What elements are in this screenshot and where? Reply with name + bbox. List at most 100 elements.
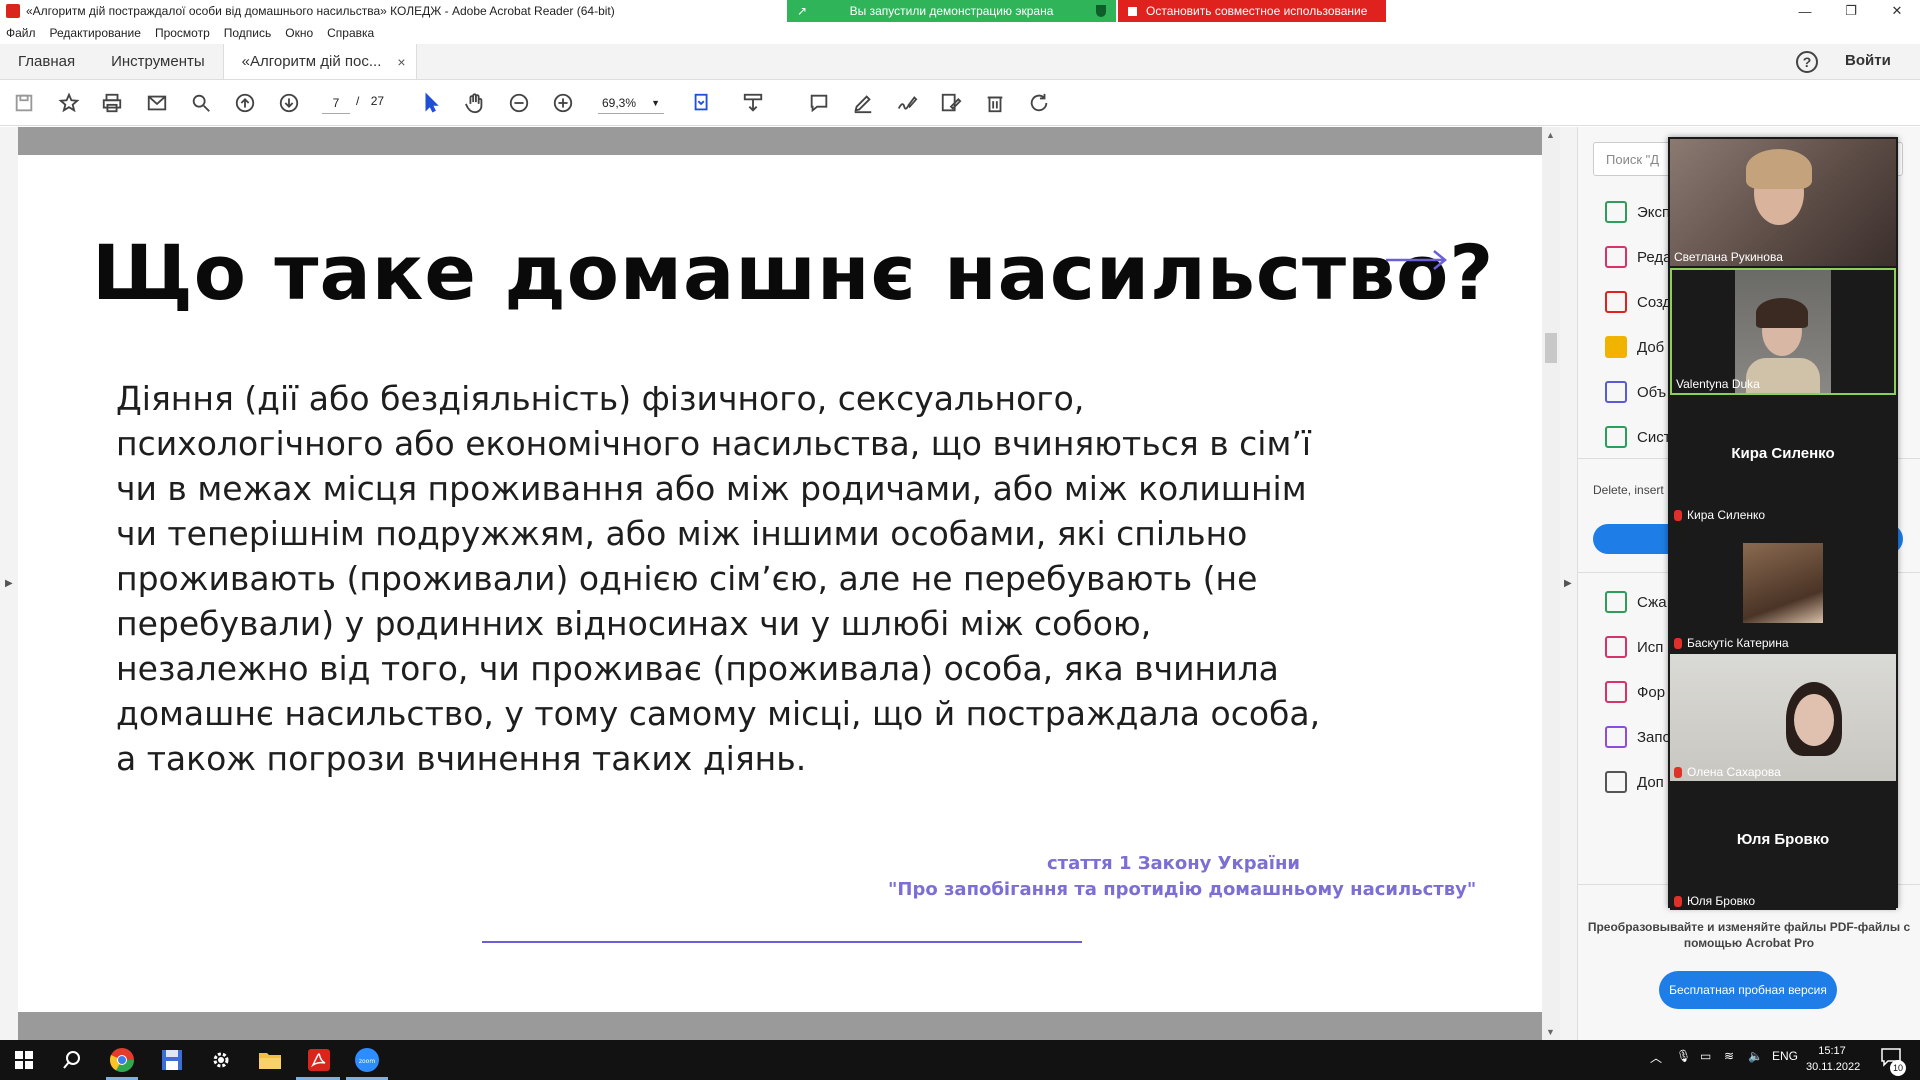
participant-center-name: Юля Бровко (1736, 831, 1830, 848)
participant-tile-active[interactable]: Valentyna Duka (1670, 268, 1896, 395)
tab-home[interactable]: Главная (0, 44, 93, 79)
stop-icon (1128, 6, 1137, 16)
settings-gear-icon[interactable] (207, 1046, 235, 1074)
rotate-icon[interactable] (1027, 91, 1051, 115)
form-icon (1605, 681, 1627, 703)
minimize-icon[interactable]: — (1782, 0, 1828, 22)
select-cursor-icon[interactable] (419, 91, 443, 115)
participant-tile[interactable]: Олена Сахарова (1670, 654, 1896, 781)
mic-muted-icon (1674, 509, 1682, 521)
tab-tools[interactable]: Инструменты (93, 44, 223, 79)
save-icon[interactable] (12, 91, 36, 115)
zoom-level-select[interactable]: 69,3% ▼ (598, 92, 664, 114)
delete-icon[interactable] (983, 91, 1007, 115)
tool-fill-sign[interactable]: Исп (1605, 636, 1663, 658)
page-up-icon[interactable] (233, 91, 257, 115)
volume-icon[interactable]: 🔈 (1748, 1049, 1763, 1063)
vertical-scrollbar[interactable] (1542, 127, 1560, 1040)
tool-edit-pdf[interactable]: Реда (1605, 246, 1671, 268)
bookmark-star-icon[interactable] (57, 91, 81, 115)
zoom-search-icon[interactable] (189, 91, 213, 115)
sign-icon[interactable] (895, 91, 919, 115)
participant-tile[interactable]: Светлана Рукинова (1670, 139, 1896, 266)
tool-label: Сжа (1637, 593, 1667, 611)
file-explorer-icon[interactable] (256, 1046, 284, 1074)
acrobat-app-icon (6, 4, 20, 18)
arrow-right-icon (1386, 250, 1447, 270)
language-indicator[interactable]: ENG (1772, 1049, 1798, 1063)
participant-name: Юля Бровко (1687, 894, 1756, 908)
tool-more[interactable]: Доп (1605, 771, 1664, 793)
mic-muted-icon (1674, 637, 1682, 649)
combine-icon (1605, 381, 1627, 403)
acrobat-taskbar-icon[interactable] (305, 1046, 333, 1074)
zoom-in-icon[interactable] (551, 91, 575, 115)
tool-create-pdf[interactable]: Созд (1605, 291, 1671, 313)
scroll-up-icon[interactable]: ▲ (1546, 130, 1555, 140)
restore-icon[interactable]: ❐ (1828, 0, 1874, 22)
system-clock[interactable]: 15:17 30.11.2022 (1806, 1043, 1860, 1075)
tool-add-comment[interactable]: Доб (1605, 336, 1664, 358)
highlight-pen-icon[interactable] (851, 91, 875, 115)
close-tab-icon[interactable]: × (397, 54, 405, 70)
login-button[interactable]: Войти (1845, 52, 1891, 69)
scrollbar-thumb[interactable] (1545, 333, 1557, 363)
zoom-app-icon[interactable]: zoom (353, 1046, 381, 1074)
search-icon[interactable] (58, 1046, 86, 1074)
window-title: «Алгоритм дій постраждалої особи від дом… (26, 4, 615, 18)
participant-tile[interactable]: Кира Силенко Кира Силенко (1670, 397, 1896, 524)
tool-compress[interactable]: Сжа (1605, 591, 1667, 613)
tray-chevron-icon[interactable]: ︿ (1650, 1049, 1662, 1066)
tab-document[interactable]: «Алгоритм дій пос... × (222, 44, 417, 79)
share-status-text: Вы запустили демонстрацию экрана (849, 4, 1054, 18)
tab-bar: Главная Инструменты «Алгоритм дій пос...… (0, 44, 1920, 80)
expand-left-panel-icon[interactable]: ▶ (5, 578, 13, 589)
menu-view[interactable]: Просмотр (155, 26, 210, 40)
participant-name: Олена Сахарова (1687, 765, 1781, 779)
microphone-icon[interactable]: 🎙 (1676, 1049, 1691, 1063)
menu-file[interactable]: Файл (6, 26, 36, 40)
zoom-out-icon[interactable] (507, 91, 531, 115)
floppy-save-icon[interactable] (158, 1046, 186, 1074)
menu-window[interactable]: Окно (285, 26, 313, 40)
video-feed (1670, 654, 1896, 781)
participant-name: Valentyna Duka (1676, 377, 1760, 391)
participant-tile[interactable]: Баскутіс Катерина (1670, 525, 1896, 652)
fit-page-icon[interactable] (690, 91, 714, 115)
body-line: Діяння (дії або бездіяльність) фізичного… (116, 379, 1085, 418)
help-icon[interactable]: ? (1796, 51, 1818, 73)
tool-export-pdf[interactable]: Эксп (1605, 201, 1670, 223)
slide-definition-text: Діяння (дії або бездіяльність) фізичного… (116, 376, 1320, 781)
menu-edit[interactable]: Редактирование (50, 26, 141, 40)
menu-sign[interactable]: Подпись (224, 26, 272, 40)
stop-share-button[interactable]: Остановить совместное использование (1118, 0, 1386, 22)
scroll-mode-icon[interactable] (741, 91, 765, 115)
tool-label: Фор (1637, 683, 1666, 701)
menu-help[interactable]: Справка (327, 26, 374, 40)
collapse-right-panel-icon[interactable]: ▶ (1564, 578, 1572, 589)
close-window-icon[interactable]: ✕ (1874, 0, 1920, 22)
windows-start-icon[interactable] (10, 1046, 38, 1074)
tool-combine[interactable]: Объ (1605, 381, 1666, 403)
page-number-input[interactable]: 7 (322, 92, 350, 114)
participant-tile[interactable]: Юля Бровко Юля Бровко (1670, 783, 1896, 910)
free-trial-button[interactable]: Бесплатная пробная версия (1659, 971, 1837, 1009)
chrome-icon[interactable] (108, 1046, 136, 1074)
email-icon[interactable] (145, 91, 169, 115)
participant-name-label: Олена Сахарова (1674, 765, 1781, 779)
acrobat-pro-promo: Преобразовывайте и изменяйте файлы PDF-ф… (1587, 920, 1911, 950)
tool-organize[interactable]: Сист (1605, 426, 1671, 448)
hand-tool-icon[interactable] (463, 91, 487, 115)
zoom-app-label: zoom (359, 1058, 375, 1065)
wifi-icon[interactable]: ≋ (1724, 1049, 1734, 1063)
tab-document-label: «Алгоритм дій пос... (241, 53, 382, 70)
edit-doc-icon[interactable] (939, 91, 963, 115)
comment-icon[interactable] (807, 91, 831, 115)
print-icon[interactable] (100, 91, 124, 115)
scroll-down-icon[interactable]: ▼ (1546, 1027, 1555, 1037)
page-down-icon[interactable] (277, 91, 301, 115)
mic-muted-icon (1674, 766, 1682, 778)
tool-request-sign[interactable]: Запо (1605, 726, 1671, 748)
tool-forms[interactable]: Фор (1605, 681, 1665, 703)
camera-icon[interactable]: ▭ (1700, 1049, 1711, 1063)
